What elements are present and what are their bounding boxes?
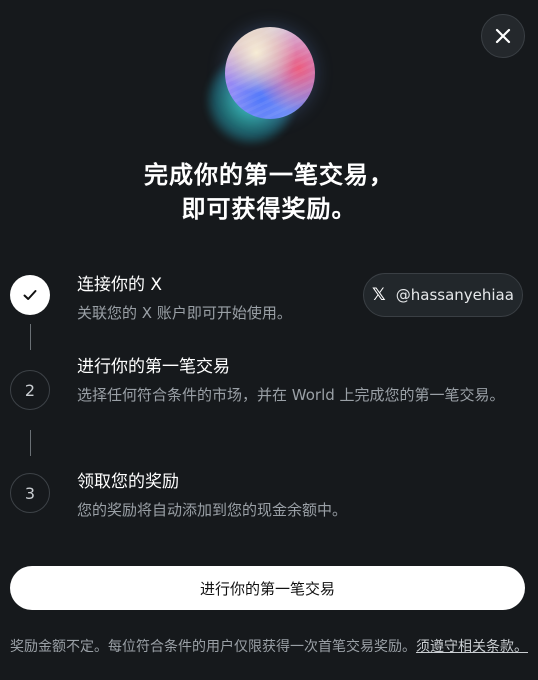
step-1-title: 连接你的 X <box>77 275 163 295</box>
x-account-button[interactable]: 𝕏 @hassanyehiaa <box>363 273 523 317</box>
step-3-circle: 3 <box>10 473 50 513</box>
step-1-circle <box>10 275 50 315</box>
step-connector <box>30 324 31 350</box>
step-2-circle: 2 <box>10 370 50 410</box>
page-title: 完成你的第一笔交易， 即可获得奖励。 <box>0 158 538 226</box>
footer-text: 奖励金额不定。每位符合条件的用户仅限获得一次首笔交易奖励。 <box>10 639 416 655</box>
step-3-number: 3 <box>24 483 36 503</box>
title-line-2: 即可获得奖励。 <box>181 195 357 223</box>
step-3-title: 领取您的奖励 <box>77 472 179 492</box>
hero-orb <box>205 22 325 146</box>
step-2-number: 2 <box>24 380 36 400</box>
step-2-description: 选择任何符合条件的市场，并在 World 上完成您的第一笔交易。 <box>77 386 505 404</box>
step-connector <box>30 430 31 456</box>
close-icon <box>495 28 511 44</box>
step-2-title: 进行你的第一笔交易 <box>77 357 230 377</box>
check-icon <box>23 290 37 300</box>
footer-note: 奖励金额不定。每位符合条件的用户仅限获得一次首笔交易奖励。须遵守相关条款。 <box>10 636 528 658</box>
orb-sphere <box>225 27 315 119</box>
close-button[interactable] <box>481 14 525 58</box>
x-handle: @hassanyehiaa <box>395 286 514 304</box>
step-3-description: 您的奖励将自动添加到您的现金余额中。 <box>77 501 348 519</box>
terms-link[interactable]: 须遵守相关条款。 <box>416 639 528 655</box>
x-logo-icon: 𝕏 <box>372 285 386 305</box>
cta-label: 进行你的第一笔交易 <box>199 579 335 598</box>
make-first-trade-button[interactable]: 进行你的第一笔交易 <box>10 566 525 610</box>
title-line-1: 完成你的第一笔交易， <box>144 161 394 189</box>
